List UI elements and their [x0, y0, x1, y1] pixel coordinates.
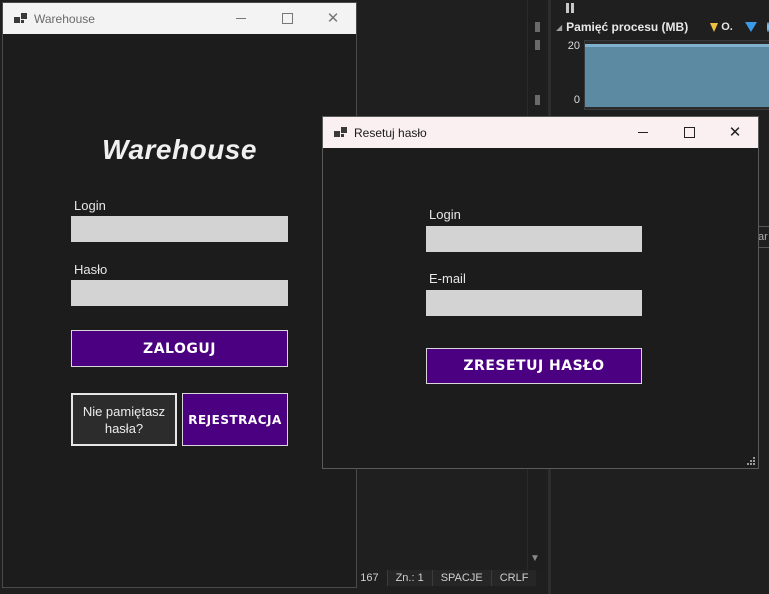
legend-snapshot: O. [710, 21, 733, 33]
warehouse-window: Warehouse ✕ Warehouse Login Hasło ZALOGU… [2, 2, 357, 588]
app-brand-title: Warehouse [102, 134, 257, 165]
status-line-endings[interactable]: CRLF [490, 570, 537, 586]
window-title: Resetuj hasło [354, 125, 427, 140]
warehouse-titlebar[interactable]: Warehouse ✕ [3, 3, 356, 34]
collapse-triangle-icon[interactable]: ◢ [556, 23, 562, 32]
window-title: Warehouse [34, 11, 95, 26]
forgot-password-button[interactable]: Nie pamiętasz hasła? [71, 393, 177, 446]
maximize-icon [683, 127, 695, 138]
login-input[interactable] [71, 216, 288, 242]
gc-marker-icon [744, 22, 757, 32]
reset-password-button[interactable]: ZRESETUJ HASŁO [426, 348, 642, 384]
status-indentation[interactable]: SPACJE [431, 570, 491, 586]
reset-login-label: Login [429, 207, 461, 222]
maximize-button[interactable] [264, 3, 310, 34]
email-label: E-mail [429, 271, 466, 286]
scrollbar-marker [535, 40, 540, 50]
scrollbar-marker [535, 22, 540, 32]
email-input[interactable] [426, 290, 642, 316]
scrollbar-marker [535, 95, 540, 105]
process-memory-header: ◢ Pamięć procesu (MB) O. [556, 18, 769, 36]
status-column-number[interactable]: Zn.: 1 [386, 570, 432, 586]
password-label: Hasło [74, 262, 108, 277]
resize-grip-icon[interactable] [747, 457, 755, 465]
close-icon: ✕ [326, 10, 340, 27]
reset-login-input[interactable] [426, 226, 642, 252]
app-icon [14, 12, 28, 25]
close-button[interactable]: ✕ [310, 3, 356, 34]
app-icon [334, 126, 348, 139]
login-label: Login [74, 198, 106, 213]
reset-password-window: Resetuj hasło ✕ Login E-mail ZRESETUJ HA… [322, 116, 759, 469]
memory-graph-area [585, 46, 769, 107]
password-input[interactable] [71, 280, 288, 306]
legend-snapshot-label: O. [721, 21, 733, 33]
pause-icon[interactable] [566, 0, 576, 13]
scroll-down-arrow-icon[interactable]: ▼ [529, 553, 541, 565]
reset-titlebar[interactable]: Resetuj hasło ✕ [323, 117, 758, 148]
memory-axis-max: 20 [567, 40, 580, 52]
editor-status-bar: /.: 167 Zn.: 1 SPACJE CRLF [340, 570, 537, 586]
snapshot-marker-icon [710, 22, 719, 32]
login-button[interactable]: ZALOGUJ [71, 330, 288, 367]
minimize-button[interactable] [218, 3, 264, 34]
minimize-button[interactable] [620, 117, 666, 148]
maximize-icon [281, 13, 293, 24]
memory-axis-min: 0 [573, 94, 580, 106]
process-memory-title: Pamięć procesu (MB) [566, 20, 689, 34]
minimize-icon [638, 132, 648, 133]
maximize-button[interactable] [666, 117, 712, 148]
close-button[interactable]: ✕ [712, 117, 758, 148]
minimize-icon [236, 18, 246, 19]
register-button[interactable]: REJESTRACJA [182, 393, 288, 446]
close-icon: ✕ [728, 124, 742, 141]
memory-graph-line [585, 44, 769, 47]
